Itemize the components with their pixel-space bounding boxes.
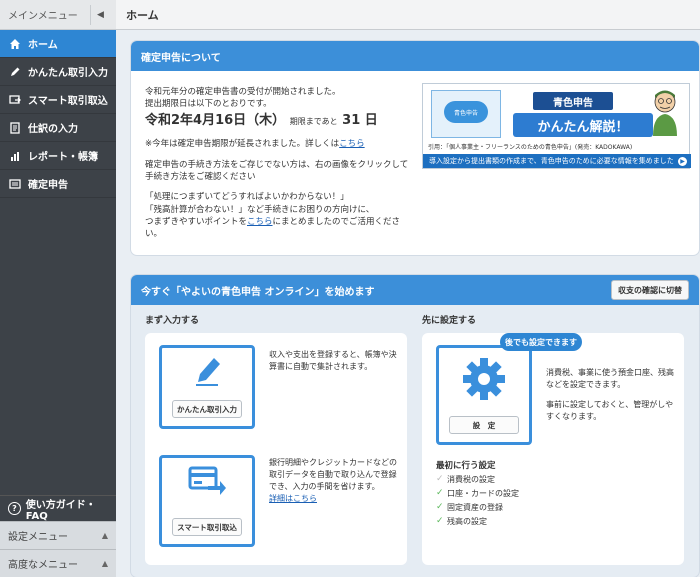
- cloud-icon: 青色申告: [444, 101, 488, 123]
- banner-title: 青色申告: [533, 92, 613, 110]
- smart-import-description: 銀行明細やクレジットカードなどの取引データを自動で取り込んで登録でき、入力の手間…: [269, 457, 399, 505]
- sidebar-item-label: レポート・帳簿: [28, 152, 98, 163]
- sidebar-item-label: 確定申告: [28, 180, 68, 191]
- settings-desc-line: 事前に設定しておくと、管理がしやすくなります。: [546, 400, 674, 421]
- submenu-label: 高度なメニュー: [8, 560, 78, 571]
- pencil-icon: [196, 358, 220, 386]
- journal-icon: [8, 121, 22, 135]
- sidebar-item-smart-import[interactable]: スマート取引取込: [0, 86, 116, 114]
- page-title: ホーム: [116, 0, 700, 30]
- sidebar-item-home[interactable]: ホーム: [0, 30, 116, 58]
- pencil-icon: [8, 65, 22, 79]
- deadline-days: 31 日: [342, 112, 378, 128]
- get-started-card: 今すぐ「やよいの青色申告 オンライン」を始めます 収支の確認に切替 まず入力する…: [131, 275, 699, 577]
- quote-line: 「処理につまずいてどうすればよいかわからない！」: [145, 192, 349, 203]
- easy-entry-tile[interactable]: かんたん取引入力: [159, 345, 255, 429]
- banner-footer: 導入設定から提出書類の作成まで、青色申告のために必要な情報を集めました ▶: [423, 154, 691, 168]
- setup-item-label: 固定資産の登録: [447, 502, 503, 512]
- sidebar-item-easy-entry[interactable]: かんたん取引入力: [0, 58, 116, 86]
- character-illustration: [653, 90, 677, 136]
- check-icon: ✓: [436, 487, 444, 498]
- input-panel: かんたん取引入力 収入や支出を登録すると、帳簿や決算書に自動で集計されます。 ス…: [145, 333, 407, 565]
- setup-item[interactable]: ✓ 残高の設定: [436, 515, 519, 529]
- card-import-icon: [188, 466, 226, 495]
- sidebar-item-label: 仕訳の入力: [28, 124, 78, 135]
- extension-note: ※今年は確定申告期限が延長されました。詳しくはこちら: [145, 138, 415, 150]
- help-faq-link[interactable]: ? 使い方ガイド・FAQ: [0, 495, 116, 522]
- deadline-text: 令和2年4月16日（木） 期限まであと 31 日: [145, 112, 415, 131]
- later-setup-bubble: 後でも設定できます: [500, 333, 582, 351]
- sidebar-item-journal[interactable]: 仕訳の入力: [0, 114, 116, 142]
- initial-setup-title: 最初に行う設定: [436, 461, 496, 471]
- banner-footer-text: 導入設定から提出書類の作成まで、青色申告のために必要な情報を集めました: [429, 157, 674, 165]
- import-icon: [8, 93, 22, 107]
- switch-to-balance-button[interactable]: 収支の確認に切替: [611, 280, 689, 300]
- settings-menu-toggle[interactable]: 設定メニュー ▲: [0, 521, 116, 549]
- settings-desc-line: 消費税、事業に使う預金口座、残高などを設定できます。: [546, 368, 674, 389]
- settings-tile[interactable]: 設 定: [436, 345, 532, 445]
- setup-panel: 設 定 後でも設定できます 消費税、事業に使う預金口座、残高などを設定できます。…: [422, 333, 684, 565]
- check-icon: ✓: [436, 501, 444, 512]
- setup-item-label: 残高の設定: [447, 516, 487, 526]
- settings-description: 消費税、事業に使う預金口座、残高などを設定できます。 事前に設定しておくと、管理…: [546, 367, 674, 423]
- setup-item-label: 口座・カードの設定: [447, 488, 519, 498]
- get-started-title: 今すぐ「やよいの青色申告 オンライン」を始めます: [141, 286, 375, 298]
- info-line: 提出期限日は以下のとおりです。: [145, 99, 272, 110]
- note-text: ※今年は確定申告期限が延長されました。詳しくは: [145, 139, 340, 150]
- setup-item-label: 消費税の設定: [447, 474, 495, 484]
- quote-text: つまずきやすいポイントを: [145, 217, 248, 228]
- sidebar: メインメニュー ◀ ホーム かんたん取引入力 スマート取引取込 仕訳の入力 レポ…: [0, 0, 116, 577]
- get-started-card-header: 今すぐ「やよいの青色申告 オンライン」を始めます 収支の確認に切替: [131, 275, 699, 305]
- banner-citation: 引用：「個人事業主・フリーランスのための青色申告」(発売：KADOKAWA): [428, 144, 633, 151]
- advanced-menu-toggle[interactable]: 高度なメニュー ▲: [0, 549, 116, 577]
- setup-item[interactable]: ✓ 口座・カードの設定: [436, 487, 519, 501]
- setup-item[interactable]: ✓ 消費税の設定: [436, 473, 519, 487]
- info-line: 令和元年分の確定申告書の受付が開始されました。: [145, 87, 341, 97]
- expand-icon: ▲: [101, 531, 108, 540]
- extension-details-link[interactable]: こちら: [339, 139, 365, 149]
- deadline-date: 令和2年4月16日（木）: [145, 112, 286, 128]
- blue-return-guide-banner[interactable]: 青色申告 青色申告 かんたん解説！ 引用：「個人事業主・フリーランスのための青色…: [422, 83, 691, 169]
- expand-icon: ▲: [101, 559, 108, 568]
- report-icon: [8, 149, 22, 163]
- setup-first-label: 先に設定する: [422, 316, 477, 326]
- home-icon: [8, 37, 22, 51]
- deadline-remaining-label: 期限まであと: [289, 116, 338, 126]
- sidebar-item-label: かんたん取引入力: [28, 68, 108, 79]
- tax-return-card: 確定申告について 令和元年分の確定申告書の受付が開始されました。 提出期限日は以…: [131, 41, 699, 255]
- easy-entry-button[interactable]: かんたん取引入力: [172, 400, 242, 418]
- tax-return-info: 令和元年分の確定申告書の受付が開始されました。 提出期限日は以下のとおりです。 …: [145, 86, 415, 241]
- sidebar-item-label: スマート取引取込: [28, 96, 108, 107]
- quote-line: つまずきやすいポイントをこちらにまとめましたのでご活用ください。: [145, 216, 415, 241]
- question-icon: ?: [8, 502, 21, 515]
- sidebar-item-label: ホーム: [28, 40, 58, 51]
- tips-link[interactable]: こちら: [247, 217, 273, 227]
- sidebar-title: メインメニュー: [8, 11, 78, 22]
- faq-label: 使い方ガイド・FAQ: [25, 499, 96, 522]
- arrow-right-icon: ▶: [678, 156, 687, 166]
- check-icon: ✓: [436, 515, 444, 526]
- sidebar-header: メインメニュー ◀: [0, 0, 116, 30]
- tax-return-icon: [8, 177, 22, 191]
- submenu-label: 設定メニュー: [8, 532, 68, 543]
- smart-import-tile[interactable]: スマート取引取込: [159, 455, 255, 547]
- smart-import-button[interactable]: スマート取引取込: [172, 518, 242, 536]
- settings-button[interactable]: 設 定: [449, 416, 519, 434]
- initial-setup-list: ✓ 消費税の設定 ✓ 口座・カードの設定 ✓ 固定資産の登録 ✓ 残高の設定: [436, 473, 519, 529]
- book-illustration: 青色申告: [431, 90, 501, 138]
- banner-subtitle: かんたん解説！: [513, 113, 653, 137]
- smart-import-details-link[interactable]: 詳細はこちら: [269, 494, 317, 503]
- check-icon: ✓: [436, 474, 444, 484]
- collapse-sidebar-button[interactable]: ◀: [90, 4, 110, 25]
- easy-entry-description: 収入や支出を登録すると、帳簿や決算書に自動で集計されます。: [269, 350, 397, 371]
- howto-text: 確定申告の手続き方法をご存じでない方は、右の画像をクリックして手続き方法をご確認…: [145, 159, 409, 183]
- setup-item[interactable]: ✓ 固定資産の登録: [436, 501, 519, 515]
- input-first-label: まず入力する: [145, 316, 200, 326]
- sidebar-item-tax-return[interactable]: 確定申告: [0, 170, 116, 198]
- gear-icon: [463, 358, 505, 400]
- sidebar-item-reports[interactable]: レポート・帳簿: [0, 142, 116, 170]
- quote-line: 「残高計算が合わない！」など手続きにお困りの方向けに、: [145, 204, 375, 215]
- tax-return-card-title: 確定申告について: [131, 41, 699, 71]
- smart-import-text: 銀行明細やクレジットカードなどの取引データを自動で取り込んで登録でき、入力の手間…: [269, 458, 397, 491]
